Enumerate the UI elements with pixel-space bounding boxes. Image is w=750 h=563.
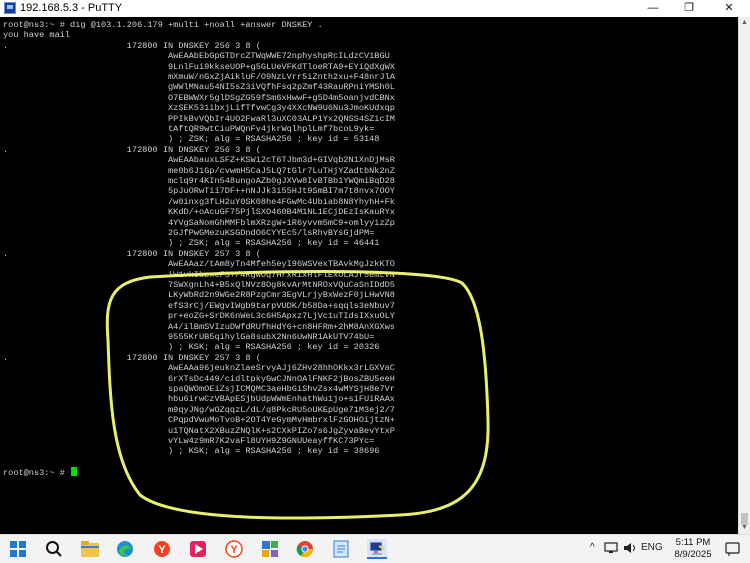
terminal-line: pr+eoZG+SrDK6nWeL3c6H5Apxz7LjVc1uTIdsIXx… [3,311,395,322]
window-title: 192.168.5.3 - PuTTY [20,2,123,14]
maximize-button[interactable]: ❐ [672,0,706,17]
notification-icon[interactable] [725,541,741,557]
terminal-line: ) ; KSK; alg = RSASHA256 ; key id = 3869… [3,446,380,457]
terminal-line: me0b6J1Gp/cvwmH5CaJ5LQ7tGlr7LuTHjYZadtbN… [3,165,395,176]
windows-taskbar: Y Y ^ ENG 5:11 PM 8/9/2025 [0,534,750,563]
yandex-browser-icon[interactable]: Y [152,539,172,559]
terminal-line: XzSEK531ibxjLifTfvwCg3y4XXcNW9U6Nu3JmoKU… [3,103,395,114]
terminal-scrollbar[interactable]: ▲ ▼ [738,17,750,534]
terminal-line: u1TQNatX2XBuzZNQlK+s2CXkPIZo7s6JgZyvaBev… [3,425,395,436]
taskbar-clock[interactable]: 5:11 PM 8/9/2025 [667,537,719,561]
media-player-icon[interactable] [188,539,208,559]
terminal-line: AwEAAa96jeuknZlaeSrvyAJj6ZHv28hhOKkx3rLG… [3,363,395,374]
network-icon[interactable] [604,541,618,558]
terminal-line: gWWlMNau54NI5sZ3iVQfhFsq2pZmf43RauRPniYM… [3,82,395,93]
terminal-line: AwEAAaz/tAm8yTn4Mfeh5eyI96WSVexTBAvkMgJz… [3,259,395,270]
language-indicator[interactable]: ENG [641,542,663,553]
close-button[interactable]: ✕ [712,0,746,17]
terminal-line: you have mail [3,30,71,41]
minimize-button[interactable]: — [636,0,670,17]
scroll-up-arrow-icon[interactable]: ▲ [739,17,750,29]
terminal-line: 7SWXgnLh4+B5xQlNVz8Og8kvArMtNROxVQuCaSnI… [3,280,395,290]
terminal-line: /w0inxg3fLH2uY0SK08he4FGwMc4Ubiab8N8Yhyh… [3,196,395,207]
terminal-line: iW1vkIbzxeF3+/4RgWOq7HrxRixHlFlExOLAJr5e… [3,269,395,280]
terminal-line: 5pJuORwTii7DF++nNJJk3i55HJt9SmBI7m7t8nvx… [3,186,395,197]
scroll-down-arrow-icon[interactable]: ▼ [739,522,750,534]
svg-text:Y: Y [230,544,238,556]
terminal-line: mclq9r4KIn548ungoAZb0gJXVw8IvBTBb1YWQmiB… [3,176,395,186]
terminal-line: . 172800 IN DNSKEY 256 3 8 ( [3,144,261,155]
terminal-cursor [71,467,78,477]
terminal-line: ) ; KSK; alg = RSASHA256 ; key id = 2032… [3,342,380,353]
terminal-line: 6rXTsDc449/cidltpkyGwCJNnOAlFNKF2jBosZBU… [3,373,395,384]
clock-date: 8/9/2025 [674,549,712,560]
terminal-line: ) ; ZSK; alg = RSASHA256 ; key id = 4644… [3,238,380,249]
chrome-icon[interactable] [295,539,315,559]
terminal-line: 2GJfPwGMezuKSGDndO6CYYEc5/lsRhvBYsGjdPM= [3,228,375,238]
window-titlebar[interactable]: 192.168.5.3 - PuTTY — ❐ ✕ [0,0,750,18]
task-switcher-icon[interactable] [260,539,280,559]
terminal-line: root@ns3:~ # dig @103.1.206.179 +multi +… [3,20,323,30]
terminal-line: LKyWbRd2n9WGe2R8PzgCmr3EgVLrjyBxWezF0jLH… [3,290,395,301]
terminal-line: 4YVgSaNomGhMMFblmXRzgW+1R6yvvm5mC9+omlyy… [3,217,395,228]
clock-time: 5:11 PM [675,537,711,548]
terminal-line: tAftQR9wtCiuPWQnFv4jkrWqlhplLmf7bcoL9yk= [3,124,375,134]
terminal-line: A4/ilBmSVIzuDWfdRUfhHdY6+cn8HFRm+2hM8AnX… [3,321,395,332]
terminal-line: AwEAAbauxLSFZ+KSWi2cT6TJbm3d+GIVqb2N1XnD… [3,155,395,166]
terminal-line: spaQWOmOEiZsjICMQMC3aeHbGiShvZsx4wMYSjH8… [3,384,395,394]
terminal-line: m9qyJNg/wOZqqzL/dL/q8PkcRU5oUKEpUge71M3e… [3,404,395,415]
terminal-line: vYLw4z9mR7K2vaFl8UYH9Z9GNUUeayffKC73PYc= [3,436,375,446]
terminal-line: hbu6irwCzVBApESjbUdpWWmEnhathWu1jo+siFUi… [3,394,395,405]
terminal-line: mXmuW/nGxZjAikluF/O9NzLVrr5iZnth2xu+F48n… [3,72,395,82]
terminal-line: . 172800 IN DNSKEY 256 3 8 ( [3,40,261,51]
terminal-line: PPIkBvVQbIr4UO2FwaRl3uXC03ALP1Yx2QNSS4SZ… [3,113,395,124]
tray-overflow-chevron[interactable]: ^ [590,542,595,553]
svg-text:Y: Y [158,544,166,556]
terminal-line: AwEAAbEbGpGTDrcZTWqWWE72nphyshpRcILdzCV1… [3,51,390,62]
file-explorer-icon[interactable] [80,539,100,559]
terminal-line: ) ; ZSK; alg = RSASHA256 ; key id = 5314… [3,134,380,145]
terminal-line: root@ns3:~ # [3,467,78,478]
terminal-line: O7EBWWXr5glDSgZG59fSm6xHwwF+g5D4m5oanjvd… [3,92,395,103]
terminal-line: . 172800 IN DNSKEY 257 3 8 ( [3,352,261,363]
yandex-browser-icon[interactable]: Y [224,539,244,559]
terminal-line: efS3rCj/EWgvIWgb9tarpVUDK/b58Da+sqqls3eN… [3,300,395,311]
terminal-output[interactable]: root@ns3:~ # dig @103.1.206.179 +multi +… [0,17,738,534]
search-icon[interactable] [44,539,64,559]
putty-app-icon[interactable] [4,2,16,14]
putty-icon[interactable] [367,539,387,559]
notepad-icon[interactable] [331,539,351,559]
windows-start-icon[interactable] [8,539,28,559]
terminal-line: CPqpdVwuMoTvoB+2OT4YeGymMvHmbrxlFzGOHOij… [3,415,395,426]
volume-icon[interactable] [622,541,636,558]
terminal-line: . 172800 IN DNSKEY 257 3 8 ( [3,248,261,259]
edge-browser-icon[interactable] [115,539,135,559]
terminal-line: 9LnlFui9kkseUOP+g5GLUeVFKdTloeRTA9+EYiQd… [3,61,395,72]
terminal-line: KKdD/+oAcuGF75PjlSXO460B4M1NL1ECjDEzIsKa… [3,207,395,218]
terminal-line: 9555KrUB5qihylGa8subX2Nn6UwNR1AkUTV74bU= [3,332,375,342]
